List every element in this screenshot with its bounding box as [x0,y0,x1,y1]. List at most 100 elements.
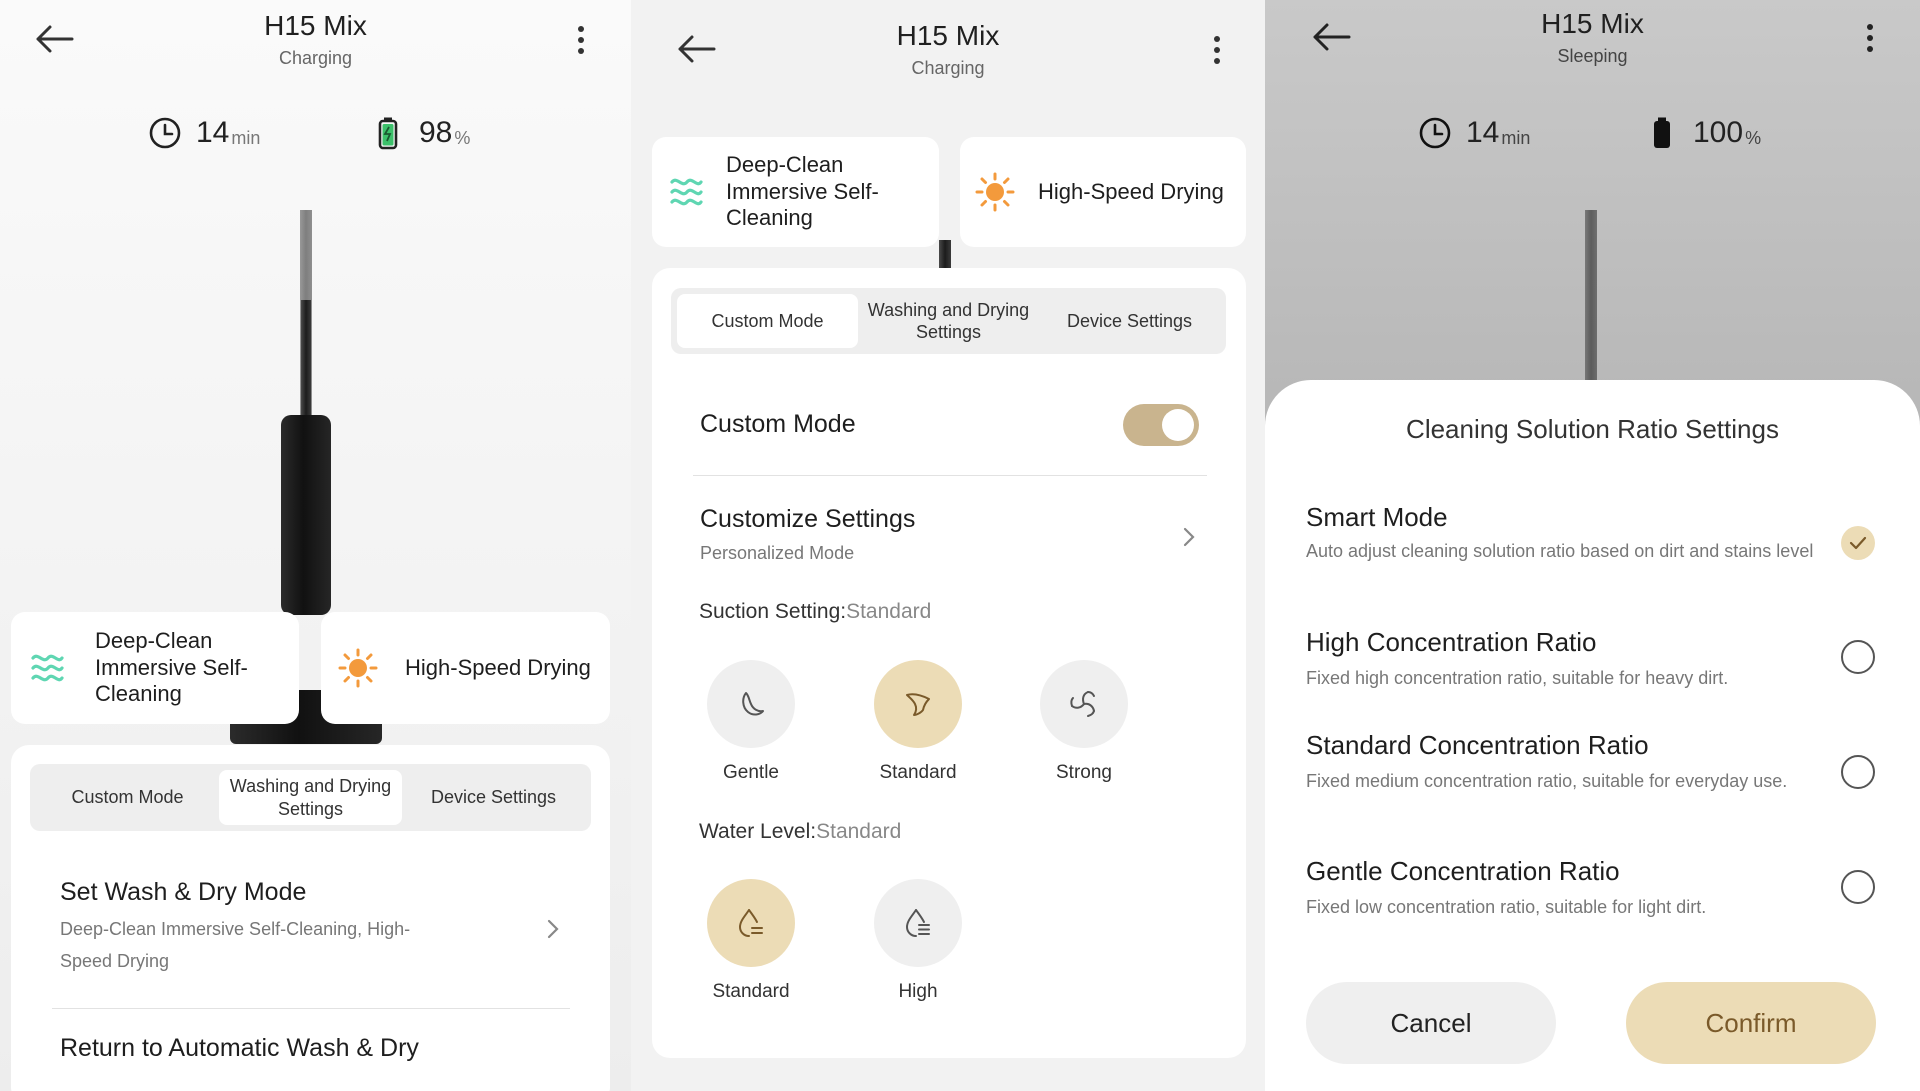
tab-device-settings[interactable]: Device Settings [1039,294,1220,348]
water-level-label: Water Level:Standard [699,820,901,844]
strong-suction-icon [1070,691,1095,717]
panel-custom-mode: H15 Mix Charging Deep-Clean Immersive Se… [631,0,1265,1091]
battery-level: 98 % [371,116,470,150]
wash-waves-icon [670,178,703,206]
radio-checked[interactable] [1841,526,1875,560]
confirm-button[interactable]: Confirm [1626,982,1876,1064]
cancel-button[interactable]: Cancel [1306,982,1556,1064]
device-title: H15 Mix [1541,8,1644,39]
standard-suction-icon [906,693,930,716]
tab-custom-mode[interactable]: Custom Mode [36,770,219,825]
battery-value: 98 [419,116,453,149]
solution-ratio-modal: Cleaning Solution Ratio Settings Smart M… [1265,380,1920,1091]
divider [693,475,1207,476]
clock-icon [1419,117,1451,149]
modal-title: Cleaning Solution Ratio Settings [1406,414,1779,444]
option-desc: Fixed high concentration ratio, suitable… [1306,668,1729,688]
suction-value: Standard [846,600,932,623]
settings-tabs: Custom Mode Washing and Drying Settings … [671,288,1226,354]
water-option-high[interactable]: High [848,879,988,1003]
water-value: Standard [816,820,902,843]
tab-custom-mode[interactable]: Custom Mode [677,294,858,348]
option-label: Strong [1056,762,1112,783]
sun-icon [975,172,1015,212]
suction-option-strong[interactable]: Strong [1014,660,1154,784]
dry-mode-card[interactable]: High-Speed Drying [960,137,1246,247]
more-options-icon[interactable] [1210,34,1224,66]
option-desc: Auto adjust cleaning solution ratio base… [1306,541,1814,561]
time-unit: min [231,127,261,148]
wash-mode-card[interactable]: Deep-Clean Immersive Self-Cleaning [11,612,299,724]
set-mode-subtitle: Deep-Clean Immersive Self-Cleaning, High… [60,919,411,972]
divider [52,1008,570,1009]
tab-device-settings[interactable]: Device Settings [402,770,585,825]
customize-title: Customize Settings [700,505,916,533]
toggle-knob [1162,409,1194,441]
battery-unit: % [454,127,471,148]
option-label: High [898,981,938,1002]
custom-mode-label: Custom Mode [700,410,856,438]
vacuum-pole-image [939,240,951,270]
suction-setting-label: Suction Setting:Standard [699,600,931,624]
option-desc: Fixed medium concentration ratio, suitab… [1306,771,1788,791]
option-label: Gentle [723,762,779,783]
battery-full-icon [1654,117,1670,148]
set-mode-title: Set Wash & Dry Mode [60,878,307,906]
chevron-right-icon [1183,527,1195,547]
dry-mode-label: High-Speed Drying [405,654,591,680]
panel-solution-ratio: H15 Mix Sleeping 14 min 100 % Cleaning S… [1265,0,1920,1091]
water-option-standard[interactable]: Standard [681,879,821,1003]
battery-value: 100 [1693,116,1744,149]
customize-subtitle: Personalized Mode [700,543,855,563]
time-value: 14 [196,116,230,149]
device-status: Charging [278,48,353,68]
clock-icon [149,117,181,149]
more-options-icon[interactable] [574,24,588,56]
gentle-suction-icon [742,692,764,716]
suction-option-gentle[interactable]: Gentle [681,660,821,784]
time-value: 14 [1466,116,1500,149]
vacuum-body-image [281,415,331,615]
device-status: Charging [911,58,985,78]
vacuum-pole-image [1585,210,1597,380]
battery-unit: % [1745,127,1762,148]
tab-washing-drying[interactable]: Washing and Drying Settings [219,770,402,825]
dry-mode-label: High-Speed Drying [1038,178,1224,204]
remaining-time: 14 min [148,116,260,150]
chevron-right-icon [547,919,559,939]
custom-mode-toggle[interactable] [1123,404,1199,446]
option-label: Standard [712,981,790,1002]
water-drop-high-icon [905,909,930,937]
check-icon [1849,536,1867,550]
option-title: Standard Concentration Ratio [1306,730,1649,760]
option-desc: Fixed low concentration ratio, suitable … [1306,897,1707,917]
radio-unchecked[interactable] [1841,640,1875,674]
device-title: H15 Mix [896,20,1000,51]
return-auto-wash-row[interactable]: Return to Automatic Wash & Dry [60,1032,460,1065]
panel-washing-settings: H15 Mix Charging 14 min 98 % Deep-Clean … [0,0,631,1091]
option-label: Standard [879,762,957,783]
wash-mode-label: Deep-Clean Immersive Self-Cleaning [726,151,879,231]
water-label-text: Water Level: [699,820,817,843]
radio-unchecked[interactable] [1841,755,1875,789]
tab-washing-drying[interactable]: Washing and Drying Settings [858,294,1039,348]
sun-icon [338,648,378,688]
time-unit: min [1501,127,1531,148]
suction-option-standard[interactable]: Standard [848,660,988,784]
radio-unchecked[interactable] [1841,870,1875,904]
wash-waves-icon [31,654,64,682]
wash-mode-card[interactable]: Deep-Clean Immersive Self-Cleaning [652,137,939,247]
battery-charging-icon [378,117,398,150]
option-title: Smart Mode [1306,502,1448,532]
water-drop-standard-icon [738,909,763,937]
vacuum-pole-image [301,300,311,420]
device-title: H15 Mix [264,10,367,41]
suction-label-text: Suction Setting: [699,600,847,623]
settings-tabs: Custom Mode Washing and Drying Settings … [30,764,591,831]
wash-mode-label: Deep-Clean Immersive Self-Cleaning [95,627,248,707]
option-title: High Concentration Ratio [1306,627,1597,657]
more-options-icon[interactable] [1863,22,1877,54]
dry-mode-card[interactable]: High-Speed Drying [321,612,610,724]
remaining-time: 14 min [1418,116,1530,150]
option-title: Gentle Concentration Ratio [1306,856,1620,886]
